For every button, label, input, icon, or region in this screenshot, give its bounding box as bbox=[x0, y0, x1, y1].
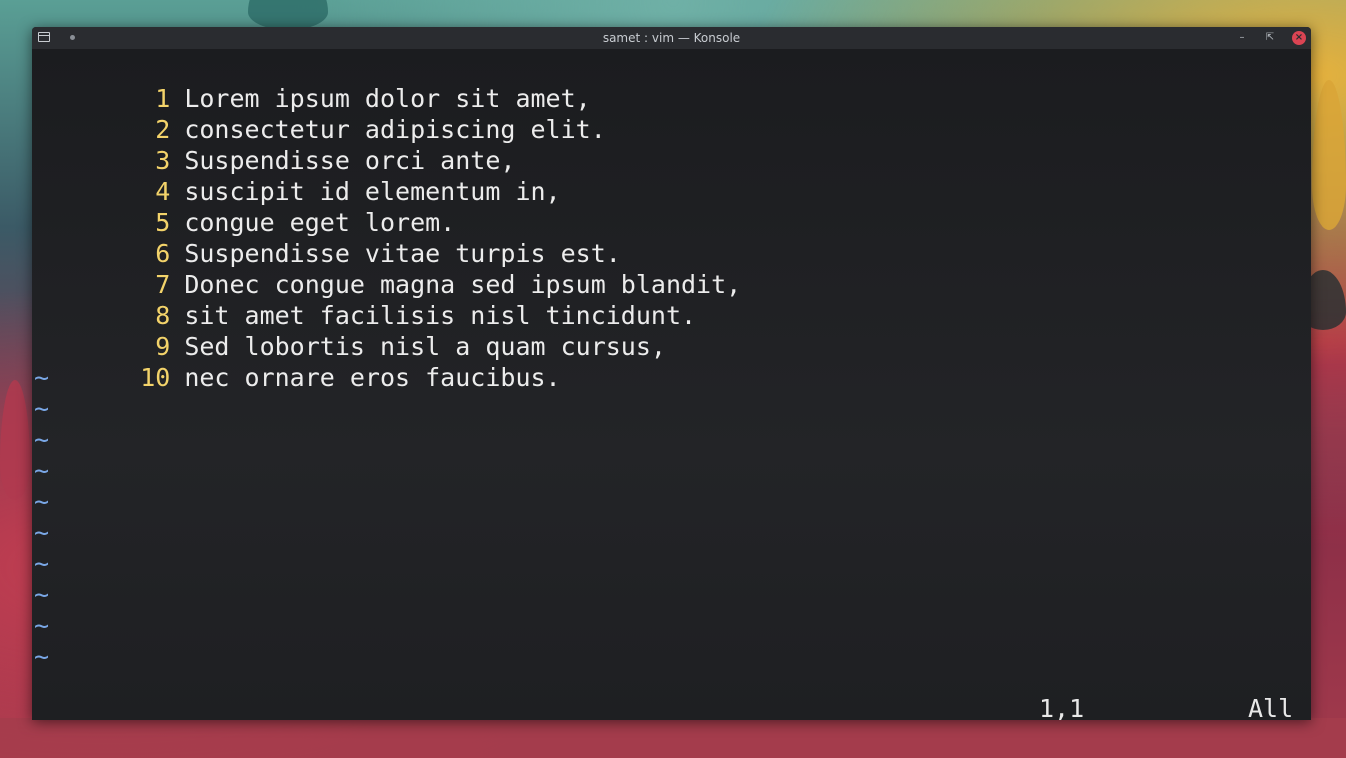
wallpaper-leaf-red bbox=[0, 380, 30, 500]
empty-line-tilde: ~ bbox=[34, 580, 50, 609]
editor-line[interactable]: 2 consectetur adipiscing elit. bbox=[32, 83, 606, 144]
line-number: 10 bbox=[140, 363, 171, 392]
editor-line[interactable]: 3 Suspendisse orci ante, bbox=[32, 114, 515, 175]
window-title: samet : vim — Konsole bbox=[602, 31, 741, 45]
empty-line-tilde: ~ bbox=[34, 518, 50, 547]
wallpaper-leaf-teal bbox=[248, 0, 328, 30]
empty-line-tilde: ~ bbox=[34, 487, 50, 516]
editor-line[interactable]: 6 Suspendisse vitae turpis est. bbox=[32, 207, 621, 268]
editor-line[interactable]: 8 sit amet facilisis nisl tincidunt. bbox=[32, 269, 696, 330]
editor-line[interactable]: 9 Sed lobortis nisl a quam cursus, bbox=[32, 300, 666, 361]
empty-line-tilde: ~ bbox=[34, 363, 50, 392]
minimize-icon[interactable]: – bbox=[1235, 31, 1249, 45]
empty-line-tilde: ~ bbox=[34, 425, 50, 454]
editor-line[interactable]: 7 Donec congue magna sed ipsum blandit, bbox=[32, 238, 741, 299]
empty-line-tilde: ~ bbox=[34, 642, 50, 671]
editor-line[interactable]: 5 congue eget lorem. bbox=[32, 176, 455, 237]
empty-line-tilde: ~ bbox=[34, 611, 50, 640]
editor-line[interactable]: 10 nec ornare eros faucibus. bbox=[32, 331, 560, 392]
empty-line-tilde: ~ bbox=[34, 456, 50, 485]
close-icon[interactable]: × bbox=[1292, 31, 1306, 45]
cursor-position: 1,1 bbox=[1039, 694, 1085, 720]
empty-line-tilde: ~ bbox=[34, 394, 50, 423]
empty-line-tilde: ~ bbox=[34, 549, 50, 578]
vim-editor[interactable]: 1 Lorem ipsum dolor sit amet, 2 consectetu… bbox=[32, 49, 1311, 720]
maximize-icon[interactable]: ⇱ bbox=[1263, 31, 1277, 45]
editor-line[interactable]: 4 suscipit id elementum in, bbox=[32, 145, 560, 206]
wallpaper-ground bbox=[0, 718, 1346, 758]
konsole-window: samet : vim — Konsole – ⇱ × 1 Lorem ipsum… bbox=[32, 27, 1311, 720]
editor-line[interactable]: 1 Lorem ipsum dolor sit amet, bbox=[32, 52, 590, 113]
line-text: nec ornare eros faucibus. bbox=[184, 363, 561, 392]
scroll-indicator: All bbox=[1248, 694, 1294, 720]
wallpaper-leaf-gold bbox=[1312, 80, 1346, 230]
title-bar[interactable]: samet : vim — Konsole – ⇱ × bbox=[32, 27, 1311, 49]
